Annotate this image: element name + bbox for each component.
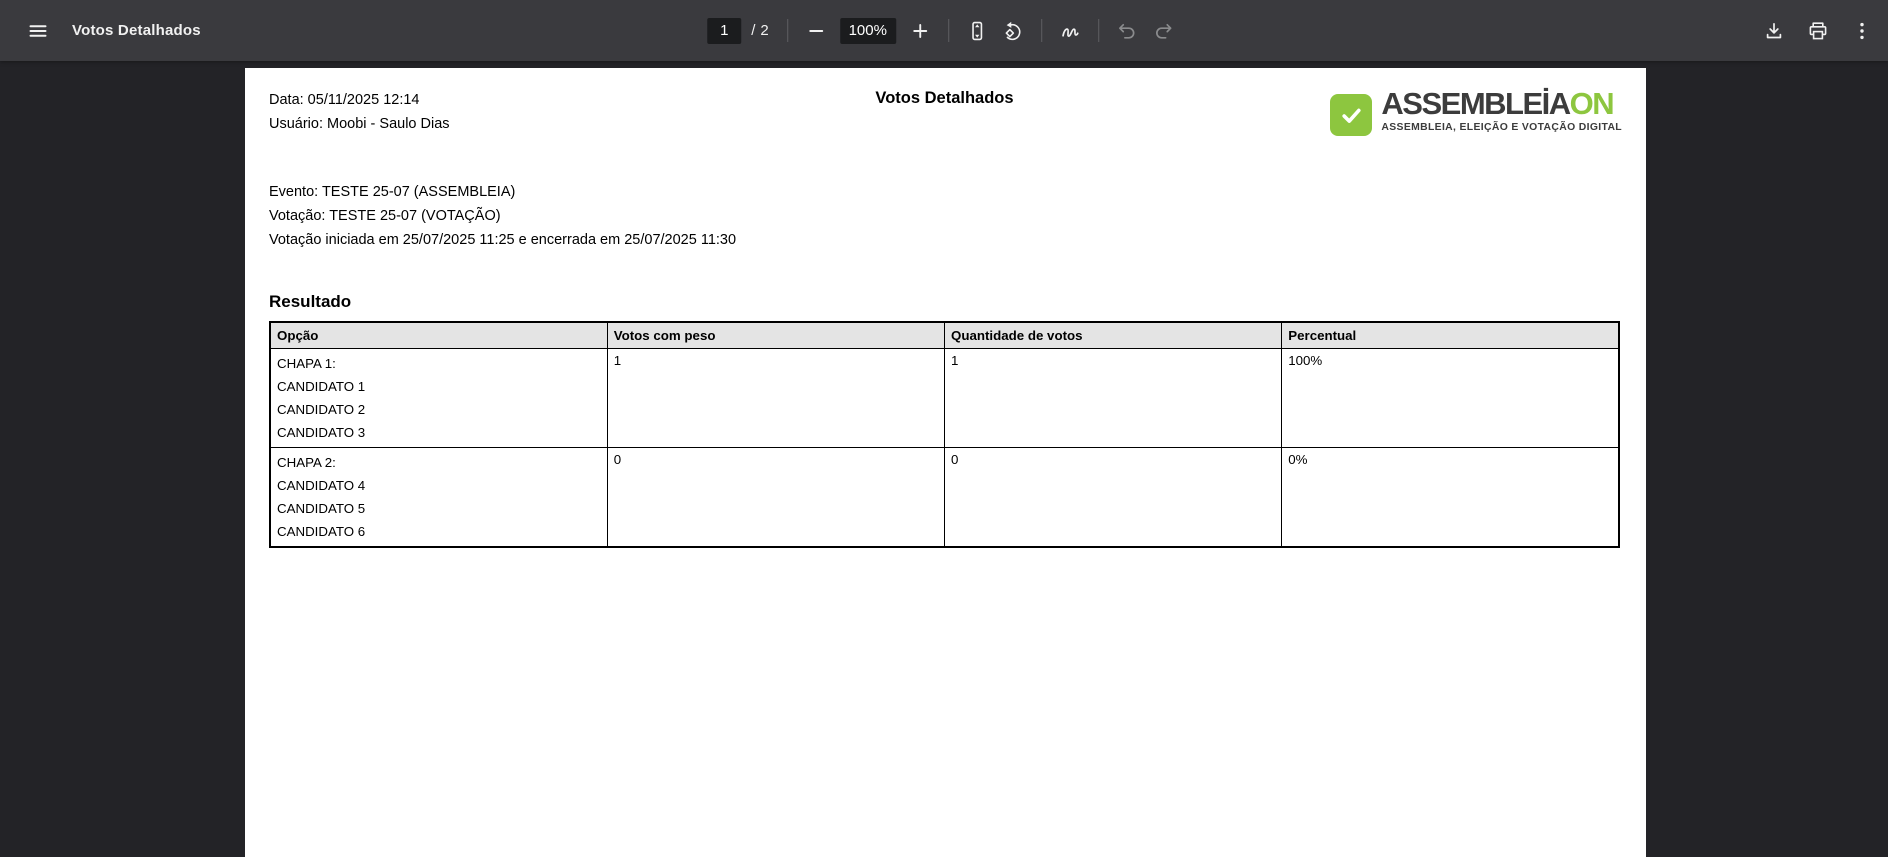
table-row: CHAPA 1: CANDIDATO 1 CANDIDATO 2 CANDIDA… [270, 348, 1619, 447]
rotate-ccw-icon [1001, 19, 1025, 43]
vote-count-cell: 1 [945, 348, 1282, 447]
percent-cell: 100% [1282, 348, 1619, 447]
percent-value: 100% [1288, 352, 1612, 369]
toolbar-divider [1098, 19, 1099, 42]
draw-squiggle-icon [1058, 19, 1082, 43]
annotate-draw-button[interactable] [1052, 13, 1088, 49]
page-separator: / [751, 22, 755, 39]
download-icon [1762, 19, 1786, 43]
logo-text: ASSEMBLEİAON ASSEMBLEIA, ELEIÇÃO E VOTAÇ… [1381, 87, 1622, 133]
fit-to-page-button[interactable] [959, 13, 995, 49]
more-options-button[interactable] [1844, 13, 1880, 49]
assembleiaon-logo: ASSEMBLEİAON ASSEMBLEIA, ELEIÇÃO E VOTAÇ… [1330, 87, 1622, 136]
option-line: CANDIDATO 4 [277, 474, 601, 497]
minus-icon [804, 19, 828, 43]
table-row: CHAPA 2: CANDIDATO 4 CANDIDATO 5 CANDIDA… [270, 447, 1619, 547]
vote-count-value: 0 [951, 451, 1275, 468]
percent-value: 0% [1288, 451, 1612, 468]
vote-count-value: 1 [951, 352, 1275, 369]
option-line: CHAPA 1: [277, 352, 601, 375]
print-icon [1806, 19, 1830, 43]
document-header: Data: 05/11/2025 12:14 Usuário: Moobi - … [269, 88, 1620, 164]
toolbar-left: Votos Detalhados [0, 13, 330, 49]
toolbar-divider [1041, 19, 1042, 42]
toolbar-right [1756, 13, 1888, 49]
weighted-votes-cell: 1 [607, 348, 944, 447]
toolbar-divider [948, 19, 949, 42]
download-button[interactable] [1756, 13, 1792, 49]
column-header-percentual: Percentual [1282, 322, 1619, 348]
redo-icon [1151, 19, 1175, 43]
option-line: CANDIDATO 3 [277, 421, 601, 444]
option-line: CANDIDATO 2 [277, 398, 601, 421]
option-line: CHAPA 2: [277, 451, 601, 474]
table-header-row: Opção Votos com peso Quantidade de votos… [270, 322, 1619, 348]
option-cell: CHAPA 1: CANDIDATO 1 CANDIDATO 2 CANDIDA… [270, 348, 607, 447]
toolbar-divider [787, 19, 788, 42]
weighted-votes-cell: 0 [607, 447, 944, 547]
page-total: 2 [760, 22, 768, 39]
logo-checkmark-icon [1330, 94, 1372, 136]
option-line: CANDIDATO 6 [277, 520, 601, 543]
results-table: Opção Votos com peso Quantidade de votos… [269, 321, 1620, 548]
vote-count-cell: 0 [945, 447, 1282, 547]
logo-brand-main: ASSEMBLEİA [1381, 86, 1569, 121]
pdf-page: Data: 05/11/2025 12:14 Usuário: Moobi - … [245, 68, 1646, 857]
document-title: Votos Detalhados [72, 22, 201, 39]
plus-icon [908, 19, 932, 43]
column-header-votos-com-peso: Votos com peso [607, 322, 944, 348]
zoom-out-button[interactable] [798, 13, 834, 49]
logo-tagline: ASSEMBLEIA, ELEIÇÃO E VOTAÇÃO DIGITAL [1381, 122, 1622, 133]
undo-icon [1115, 19, 1139, 43]
option-line: CANDIDATO 5 [277, 497, 601, 520]
fit-page-icon [965, 19, 989, 43]
voting-line: Votação: TESTE 25-07 (VOTAÇÃO) [269, 204, 1620, 228]
zoom-level-input[interactable] [840, 18, 896, 44]
column-header-quantidade: Quantidade de votos [945, 322, 1282, 348]
percent-cell: 0% [1282, 447, 1619, 547]
logo-brand: ASSEMBLEİAON [1381, 87, 1613, 121]
weighted-votes-value: 1 [614, 352, 938, 369]
menu-button[interactable] [20, 13, 56, 49]
option-line: CANDIDATO 1 [277, 375, 601, 398]
toolbar-center: / 2 [707, 0, 1181, 61]
rotate-counterclockwise-button[interactable] [995, 13, 1031, 49]
redo-button[interactable] [1145, 13, 1181, 49]
event-line: Evento: TESTE 25-07 (ASSEMBLEIA) [269, 180, 1620, 204]
zoom-in-button[interactable] [902, 13, 938, 49]
print-button[interactable] [1800, 13, 1836, 49]
weighted-votes-value: 0 [614, 451, 938, 468]
option-cell: CHAPA 2: CANDIDATO 4 CANDIDATO 5 CANDIDA… [270, 447, 607, 547]
logo-brand-accent: ON [1570, 86, 1614, 121]
pdf-viewer-canvas: Data: 05/11/2025 12:14 Usuário: Moobi - … [0, 61, 1888, 857]
page-number-input[interactable] [707, 18, 741, 44]
hamburger-icon [26, 19, 50, 43]
report-title: Votos Detalhados [875, 89, 1013, 108]
more-vertical-icon [1850, 19, 1874, 43]
column-header-opcao: Opção [270, 322, 607, 348]
undo-button[interactable] [1109, 13, 1145, 49]
report-meta-event: Evento: TESTE 25-07 (ASSEMBLEIA) Votação… [269, 180, 1620, 252]
period-line: Votação iniciada em 25/07/2025 11:25 e e… [269, 228, 1620, 252]
section-title-resultado: Resultado [269, 292, 1620, 312]
pdf-toolbar: Votos Detalhados / 2 [0, 0, 1888, 61]
